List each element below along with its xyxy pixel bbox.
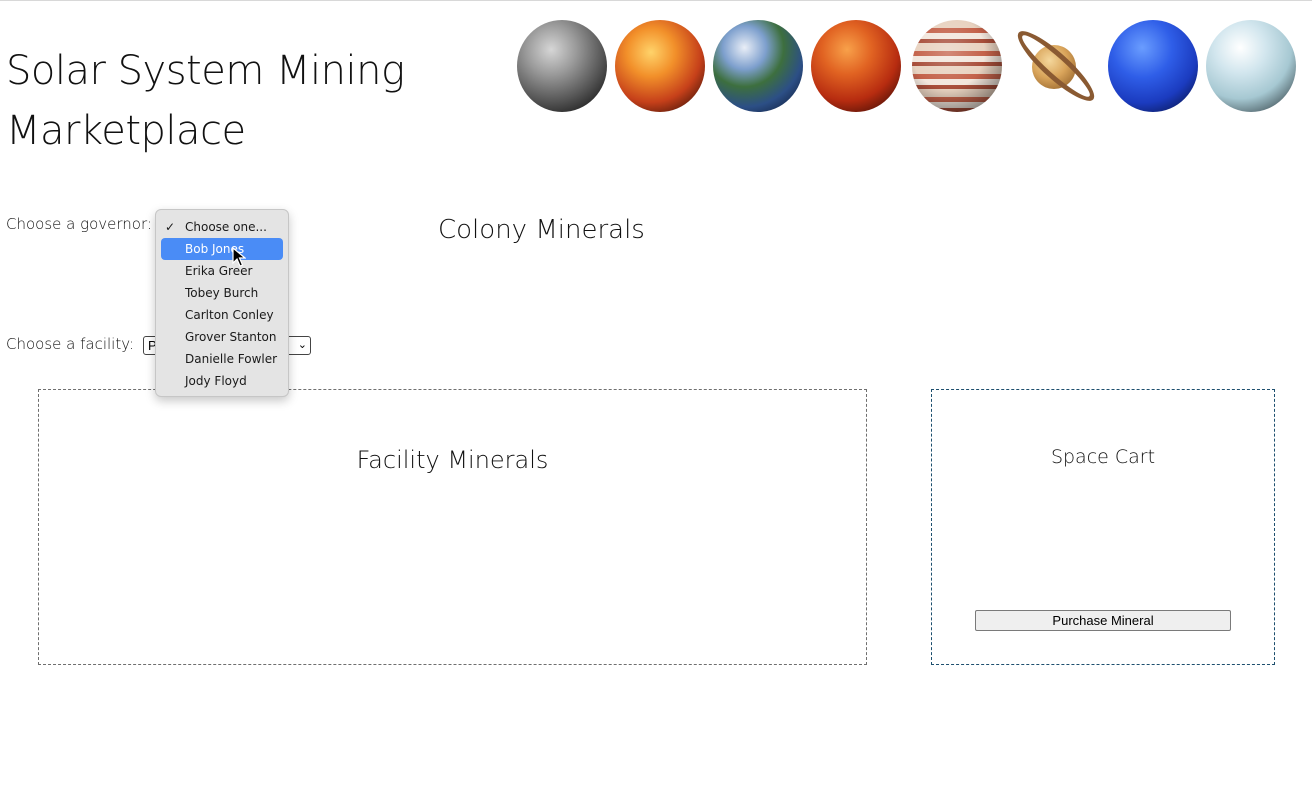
checkmark-icon: ✓ [165, 220, 176, 234]
jupiter-icon [912, 20, 1002, 112]
uranus-icon [1206, 20, 1296, 112]
option-label: Tobey Burch [185, 286, 259, 300]
page-title: Solar System Mining Marketplace [6, 41, 446, 161]
governor-option-choose-one[interactable]: ✓ Choose one... [161, 216, 283, 238]
governor-option-carlton-conley[interactable]: Carlton Conley [161, 304, 283, 326]
saturn-icon [1008, 19, 1102, 115]
planets-banner [516, 17, 1306, 117]
governor-option-erika-greer[interactable]: Erika Greer [161, 260, 283, 282]
facility-label: Choose a facility: [6, 335, 135, 353]
governor-option-tobey-burch[interactable]: Tobey Burch [161, 282, 283, 304]
chevron-down-icon: ⌄ [297, 339, 307, 351]
title-line-2: Marketplace [6, 108, 246, 154]
facility-minerals-title: Facility Minerals [356, 446, 549, 474]
purchase-mineral-button[interactable]: Purchase Mineral [975, 610, 1231, 631]
facility-minerals-panel: Facility Minerals [38, 389, 867, 665]
governor-option-jody-floyd[interactable]: Jody Floyd [161, 370, 283, 392]
option-label: Choose one... [185, 220, 267, 234]
page: Solar System Mining Marketplace Choose a… [0, 0, 1312, 798]
option-label: Jody Floyd [185, 374, 247, 388]
colony-minerals-title: Colony Minerals [438, 215, 645, 245]
governor-option-bob-jones[interactable]: Bob Jones [161, 238, 283, 260]
saturn-ring [1010, 22, 1102, 110]
mouse-pointer-icon [232, 247, 246, 267]
option-label: Grover Stanton [185, 330, 277, 344]
space-cart-title: Space Cart [1050, 446, 1156, 468]
neptune-icon [1108, 20, 1198, 112]
governor-dropdown-menu: ✓ Choose one... Bob Jones Erika Greer To… [155, 209, 289, 397]
option-label: Carlton Conley [185, 308, 274, 322]
governor-option-danielle-fowler[interactable]: Danielle Fowler [161, 348, 283, 370]
governor-option-grover-stanton[interactable]: Grover Stanton [161, 326, 283, 348]
venus-icon [615, 20, 705, 112]
mercury-icon [517, 20, 607, 112]
space-cart-panel: Space Cart Purchase Mineral [931, 389, 1275, 665]
title-line-1: Solar System Mining [6, 48, 405, 94]
mars-icon [811, 20, 901, 112]
governor-label: Choose a governor: [6, 215, 152, 233]
earth-icon [713, 20, 803, 112]
option-label: Danielle Fowler [185, 352, 278, 366]
